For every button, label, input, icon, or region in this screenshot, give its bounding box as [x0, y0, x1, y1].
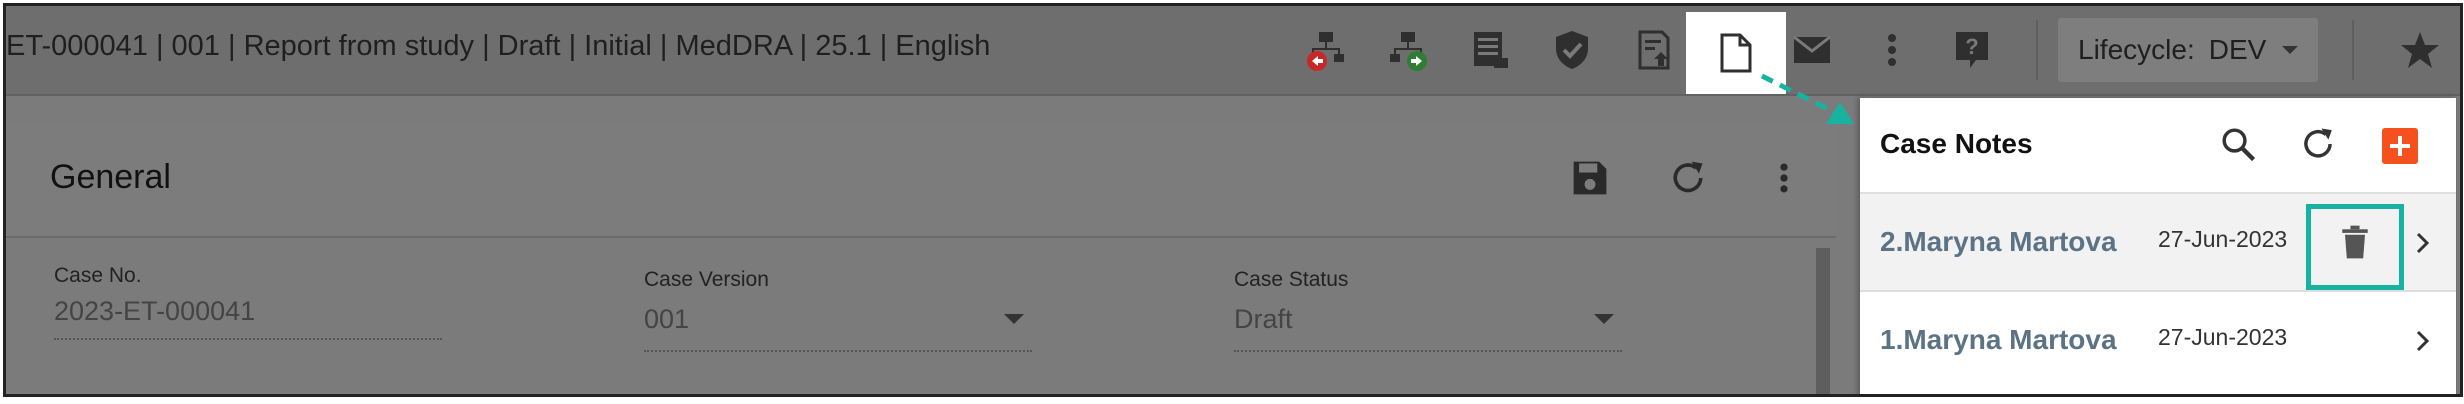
- case-notes-button[interactable]: [1686, 12, 1786, 94]
- star-icon[interactable]: [2396, 26, 2444, 74]
- panel-title: Case Notes: [1880, 128, 2033, 159]
- case-version-underline: [644, 350, 1032, 352]
- case-version-label: Case Version: [644, 268, 769, 291]
- toolbar-divider: [2036, 20, 2038, 80]
- case-status-value[interactable]: Draft: [1234, 304, 1293, 335]
- chevron-down-icon: [2282, 46, 2298, 54]
- lifecycle-label: Lifecycle:: [2078, 34, 2195, 65]
- save-icon[interactable]: [1568, 156, 1612, 200]
- shield-check-icon[interactable]: [1548, 26, 1596, 74]
- note-date: 27-Jun-2023: [2158, 324, 2288, 350]
- main-content: General Case No. 2023-ET-000041 Case Ver…: [6, 98, 1836, 394]
- case-no-label: Case No.: [54, 264, 142, 287]
- hierarchy-back-icon[interactable]: [1302, 26, 1350, 74]
- add-note-button[interactable]: [2382, 128, 2418, 164]
- app-window: ET-000041 | 001 | Report from study | Dr…: [3, 3, 2463, 397]
- svg-text:?: ?: [1965, 34, 1978, 59]
- note-author: 2.Maryna Martova: [1880, 226, 2117, 257]
- case-status-label: Case Status: [1234, 268, 1349, 291]
- hierarchy-forward-icon[interactable]: [1384, 26, 1432, 74]
- case-title: ET-000041 | 001 | Report from study | Dr…: [6, 30, 991, 62]
- chevron-down-icon[interactable]: [1004, 314, 1024, 324]
- note-date: 27-Jun-2023: [2158, 226, 2288, 252]
- lifecycle-select[interactable]: Lifecycle: DEV: [2058, 18, 2318, 82]
- case-status-underline: [1234, 350, 1622, 352]
- search-icon[interactable]: [2216, 122, 2260, 166]
- chevron-right-icon[interactable]: [2408, 326, 2438, 356]
- note-author: 1.Maryna Martova: [1880, 324, 2117, 355]
- list-item[interactable]: 1.Maryna Martova 27-Jun-2023: [1860, 290, 2456, 388]
- chevron-right-icon[interactable]: [2408, 228, 2438, 258]
- delete-highlight: [2306, 204, 2404, 290]
- document-upload-icon[interactable]: [1630, 26, 1678, 74]
- case-version-value[interactable]: 001: [644, 304, 689, 335]
- lifecycle-value: DEV: [2208, 34, 2267, 65]
- help-icon[interactable]: ?: [1948, 26, 1996, 74]
- report-list-icon[interactable]: [1466, 26, 1514, 74]
- notes-document-icon: [1720, 33, 1752, 73]
- toolbar-divider: [2352, 20, 2354, 80]
- chevron-down-icon[interactable]: [1594, 314, 1614, 324]
- top-bar: ET-000041 | 001 | Report from study | Dr…: [6, 6, 2460, 96]
- more-vert-icon[interactable]: [1762, 156, 1806, 200]
- refresh-icon[interactable]: [1666, 156, 1710, 200]
- refresh-icon[interactable]: [2296, 122, 2340, 166]
- section-title: General: [50, 158, 171, 196]
- more-vert-icon[interactable]: [1868, 26, 1916, 74]
- general-section-header: General: [6, 122, 1836, 238]
- scrollbar[interactable]: [1816, 248, 1830, 394]
- plus-icon: [2390, 136, 2410, 156]
- mail-icon[interactable]: [1788, 26, 1836, 74]
- case-no-underline: [54, 338, 442, 340]
- case-no-value: 2023-ET-000041: [54, 296, 256, 326]
